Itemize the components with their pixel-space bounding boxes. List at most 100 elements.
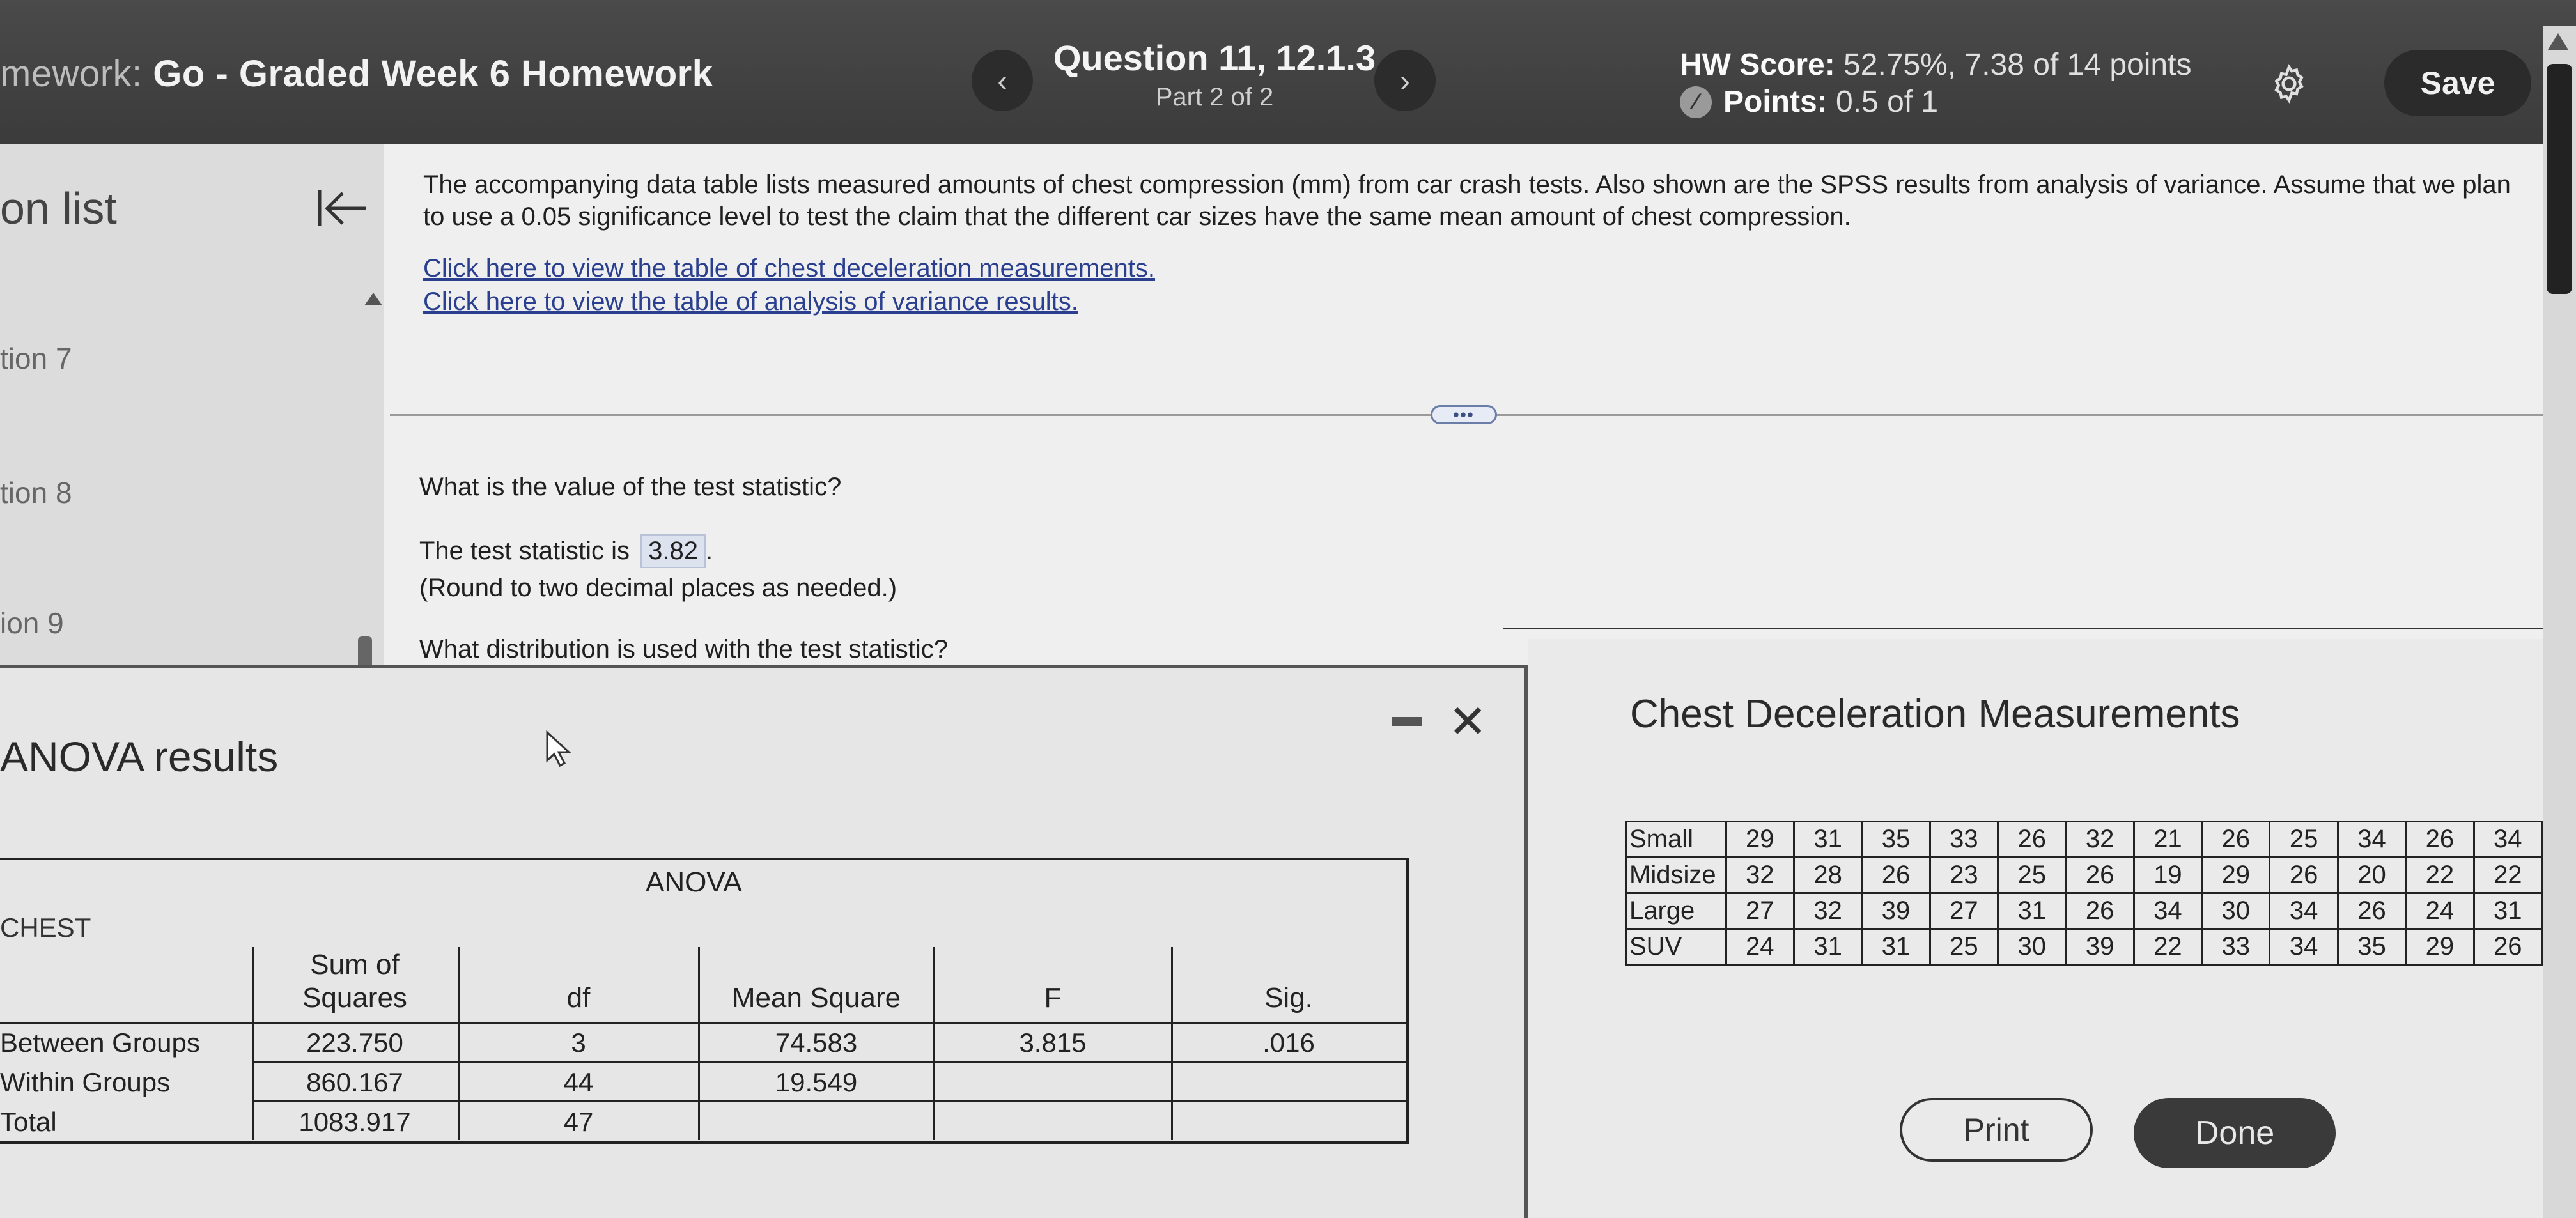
row-label-within-groups: Within Groups	[0, 1067, 171, 1097]
chevron-right-icon: ›	[1400, 64, 1410, 97]
table-cell: 26	[1861, 856, 1931, 894]
grid-line	[252, 1061, 1406, 1063]
table-row: Midsize 32 28 26 23 25 26 19 29 26 20 22 22	[1625, 856, 2543, 894]
rounding-hint: (Round to two decimal places as needed.)	[419, 574, 897, 602]
scroll-up-icon[interactable]	[2548, 33, 2568, 50]
expand-handle[interactable]: •••	[1431, 405, 1497, 424]
table-cell: 25	[1997, 856, 2067, 894]
homework-name: Go - Graded Week 6 Homework	[153, 53, 713, 95]
table-cell: 32	[2065, 821, 2135, 858]
table-cell: 35	[1861, 821, 1931, 858]
table-cell: 29	[2201, 856, 2271, 894]
mouse-pointer-icon	[546, 730, 571, 767]
row-label: SUV	[1625, 928, 1727, 966]
table-cell: 26	[2336, 892, 2407, 930]
table-cell: 33	[2201, 928, 2271, 966]
table-cell: 26	[2065, 892, 2135, 930]
grid-line	[1171, 947, 1173, 1140]
table-cell: 30	[2201, 892, 2271, 930]
table-cell: 32	[1792, 892, 1863, 930]
table-cell: 34	[2269, 928, 2339, 966]
done-button[interactable]: Done	[2134, 1098, 2336, 1168]
top-bar: mework: Go - Graded Week 6 Homework ‹ Qu…	[0, 0, 2576, 144]
table-cell: 26	[2201, 821, 2271, 858]
grid-line	[0, 1022, 1406, 1024]
cell-sig: .016	[1262, 1028, 1315, 1058]
table-cell: 34	[2132, 892, 2203, 930]
test-statistic-answer[interactable]: 3.82	[640, 534, 706, 568]
gear-icon[interactable]	[2268, 63, 2310, 105]
cell-df: 47	[563, 1107, 594, 1137]
next-question-button[interactable]: ›	[1374, 50, 1436, 111]
cell-ms: 19.549	[775, 1067, 858, 1097]
grid-line	[252, 1100, 1406, 1102]
table-cell: 26	[1997, 821, 2067, 858]
prev-question-button[interactable]: ‹	[972, 50, 1033, 111]
table-cell: 30	[1997, 928, 2067, 966]
points: ⁄ Points: 0.5 of 1	[1680, 84, 1938, 119]
cell-ms: 74.583	[775, 1028, 858, 1058]
table-cell: 39	[1861, 892, 1931, 930]
table-cell: 33	[1928, 821, 1999, 858]
table-cell: 22	[2132, 928, 2203, 966]
table-cell: 22	[2405, 856, 2475, 894]
sidebar-item-question-8[interactable]: tion 8	[0, 475, 72, 510]
grid-line	[698, 947, 700, 1140]
table-cell: 26	[2269, 856, 2339, 894]
panel-border	[1503, 628, 2543, 629]
scrollbar-thumb[interactable]	[2547, 64, 2572, 294]
table-cell: 24	[2405, 892, 2475, 930]
row-label: Large	[1625, 892, 1727, 930]
table-cell: 31	[1792, 928, 1863, 966]
measurements-link[interactable]: Click here to view the table of chest de…	[423, 254, 1155, 283]
table-cell: 23	[1928, 856, 1999, 894]
print-button[interactable]: Print	[1900, 1098, 2093, 1162]
table-cell: 21	[2132, 821, 2203, 858]
question-intro: The accompanying data table lists measur…	[423, 171, 2511, 231]
grid-line	[252, 947, 254, 1140]
table-cell: 22	[2472, 856, 2543, 894]
col-header-sig: Sig.	[1264, 982, 1313, 1014]
table-cell: 24	[1725, 928, 1795, 966]
table-cell: 28	[1792, 856, 1863, 894]
anova-results-link[interactable]: Click here to view the table of analysis…	[423, 288, 1078, 316]
table-row: Large 27 32 39 27 31 26 34 30 34 26 24 31	[1625, 892, 2543, 930]
partial-credit-icon: ⁄	[1680, 86, 1712, 118]
anova-results-window: ANOVA results ✕ ANOVA CHEST Sum of Squar…	[0, 665, 1528, 1218]
table-cell: 26	[2405, 821, 2475, 858]
measurements-panel: Chest Deceleration Measurements Small 29 3…	[1528, 639, 2543, 1218]
sidebar-item-question-9[interactable]: ion 9	[0, 606, 64, 640]
anova-variable-label: CHEST	[0, 913, 91, 943]
table-cell: 31	[2472, 892, 2543, 930]
row-label: Small	[1625, 821, 1727, 858]
measurements-table: Small 29 31 35 33 26 32 21 26 25 34 26 34 Midsize 32 28…	[1625, 821, 2543, 966]
caret-up-icon[interactable]	[364, 293, 382, 305]
hw-score-label: HW Score:	[1680, 48, 1835, 82]
question-content: The accompanying data table lists measur…	[384, 144, 2543, 668]
close-icon[interactable]: ✕	[1448, 699, 1487, 745]
question-list-sidebar: on list tion 7 tion 8 ion 9	[0, 144, 384, 688]
row-label-total: Total	[0, 1107, 57, 1137]
chevron-left-icon: ‹	[997, 64, 1007, 97]
minimize-icon[interactable]	[1392, 717, 1422, 726]
table-cell: 26	[2065, 856, 2135, 894]
table-cell: 29	[1725, 821, 1795, 858]
col-header-mean-square: Mean Square	[731, 982, 901, 1014]
table-cell: 29	[2405, 928, 2475, 966]
row-label: Midsize	[1625, 856, 1727, 894]
table-row: SUV 24 31 31 25 30 39 22 33 34 35 29 26	[1625, 928, 2543, 966]
collapse-sidebar-icon[interactable]	[313, 183, 371, 234]
table-cell: 27	[1928, 892, 1999, 930]
table-cell: 26	[2472, 928, 2543, 966]
grid-line	[933, 947, 935, 1140]
save-button[interactable]: Save	[2384, 50, 2531, 116]
hw-score-value: 52.75%, 7.38 of 14 points	[1843, 48, 2192, 82]
measurements-title: Chest Deceleration Measurements	[1630, 692, 2240, 736]
sidebar-item-question-7[interactable]: tion 7	[0, 341, 72, 376]
table-cell: 34	[2269, 892, 2339, 930]
question-prompt-1: What is the value of the test statistic?	[419, 473, 842, 501]
col-header-sum-of-squares: Sum of Squares	[302, 949, 407, 1014]
question-title: Question 11, 12.1.3	[1053, 38, 1376, 78]
cell-ss: 860.167	[306, 1067, 403, 1097]
question-part: Part 2 of 2	[1155, 83, 1274, 111]
